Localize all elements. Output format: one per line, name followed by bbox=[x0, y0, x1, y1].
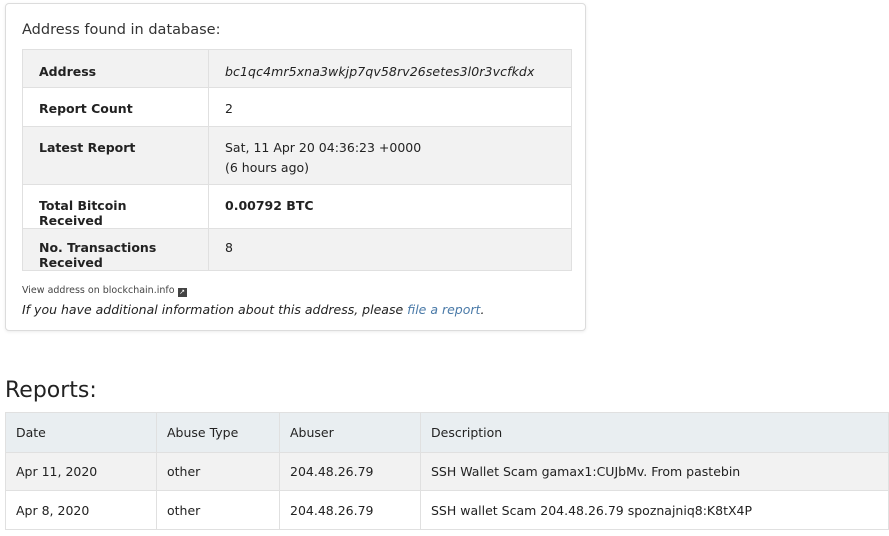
info-key: Latest Report bbox=[22, 126, 209, 185]
report-date: Apr 11, 2020 bbox=[5, 452, 157, 491]
info-key: Address bbox=[22, 49, 209, 88]
report-abuse-type: other bbox=[156, 490, 280, 530]
report-abuser: 204.48.26.79 bbox=[279, 490, 421, 530]
external-link-icon[interactable]: ↗ bbox=[177, 288, 187, 297]
report-date: Apr 8, 2020 bbox=[5, 490, 157, 530]
latest-report-date: Sat, 11 Apr 20 04:36:23 +0000 bbox=[225, 140, 422, 155]
reports-heading: Reports: bbox=[5, 378, 97, 403]
latest-report-value: Sat, 11 Apr 20 04:36:23 +0000 (6 hours a… bbox=[208, 126, 572, 185]
transactions-value: 8 bbox=[208, 228, 572, 271]
card-title: Address found in database: bbox=[22, 22, 221, 38]
additional-info-text: If you have additional information about… bbox=[22, 302, 484, 317]
info-row-total-received: Total Bitcoin Received 0.00792 BTC bbox=[22, 184, 572, 229]
info-key: No. Transactions Received bbox=[22, 228, 209, 271]
address-card: Address found in database: Address bc1qc… bbox=[5, 3, 586, 331]
address-info-table: Address bc1qc4mr5xna3wkjp7qv58rv26setes3… bbox=[22, 49, 572, 271]
info-row-transactions: No. Transactions Received 8 bbox=[22, 228, 572, 271]
table-row: Apr 11, 2020 other 204.48.26.79 SSH Wall… bbox=[5, 452, 889, 491]
file-report-link[interactable]: file a report bbox=[407, 302, 480, 317]
latest-report-relative: (6 hours ago) bbox=[225, 160, 310, 175]
additional-suffix: . bbox=[480, 302, 485, 317]
info-row-latest-report: Latest Report Sat, 11 Apr 20 04:36:23 +0… bbox=[22, 126, 572, 185]
report-description: SSH wallet Scam 204.48.26.79 spoznajniq8… bbox=[420, 490, 889, 530]
info-key: Report Count bbox=[22, 87, 209, 127]
report-description: SSH Wallet Scam gamax1:CUJbMv. From past… bbox=[420, 452, 889, 491]
reports-table: Date Abuse Type Abuser Description Apr 1… bbox=[5, 412, 889, 530]
view-on-blockchain-link[interactable]: View address on blockchain.info ↗ bbox=[22, 285, 187, 297]
info-row-address: Address bc1qc4mr5xna3wkjp7qv58rv26setes3… bbox=[22, 49, 572, 88]
report-abuse-type: other bbox=[156, 452, 280, 491]
info-row-report-count: Report Count 2 bbox=[22, 87, 572, 127]
address-value: bc1qc4mr5xna3wkjp7qv58rv26setes3l0r3vcfk… bbox=[208, 49, 572, 88]
report-count-value: 2 bbox=[208, 87, 572, 127]
column-header-description: Description bbox=[420, 412, 889, 453]
reports-header-row: Date Abuse Type Abuser Description bbox=[5, 412, 889, 453]
additional-prefix: If you have additional information about… bbox=[22, 302, 408, 317]
total-received-value: 0.00792 BTC bbox=[208, 184, 572, 229]
column-header-date: Date bbox=[5, 412, 157, 453]
table-row: Apr 8, 2020 other 204.48.26.79 SSH walle… bbox=[5, 490, 889, 530]
info-key: Total Bitcoin Received bbox=[22, 184, 209, 229]
report-abuser: 204.48.26.79 bbox=[279, 452, 421, 491]
column-header-abuse-type: Abuse Type bbox=[156, 412, 280, 453]
column-header-abuser: Abuser bbox=[279, 412, 421, 453]
view-link-text[interactable]: View address on blockchain.info bbox=[22, 285, 175, 296]
